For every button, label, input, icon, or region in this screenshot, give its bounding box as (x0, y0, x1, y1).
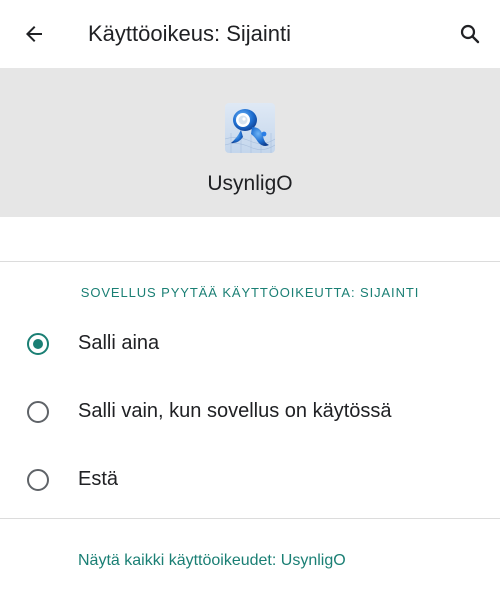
radio-option-allow-always[interactable]: Salli aina (0, 314, 500, 374)
radio-button-checked[interactable] (27, 333, 49, 355)
see-all-permissions-link[interactable]: Näytä kaikki käyttöoikeudet: UsynligO (78, 551, 346, 571)
page-title: Käyttöoikeus: Sijainti (88, 21, 291, 46)
radio-option-allow-while-in-use[interactable]: Salli vain, kun sovellus on käytössä (0, 382, 500, 442)
permission-section-header: SOVELLUS PYYTÄÄ KÄYTTÖOIKEUTTA: SIJAINTI (80, 285, 420, 300)
radio-option-deny[interactable]: Estä (0, 450, 500, 510)
app-header-panel: UsynligO (0, 68, 500, 217)
radio-selected-dot (33, 339, 43, 349)
arrow-back-icon (26, 26, 42, 42)
divider (0, 518, 500, 519)
divider (0, 261, 500, 262)
back-button[interactable] (14, 14, 54, 54)
radio-label: Salli aina (78, 332, 160, 354)
search-button[interactable] (450, 14, 490, 54)
search-icon (460, 24, 480, 44)
radio-label: Salli vain, kun sovellus on käytössä (78, 400, 392, 422)
app-name: UsynligO (207, 172, 293, 195)
usynligo-app-icon (225, 103, 275, 153)
radio-button[interactable] (27, 469, 49, 491)
radio-label: Estä (78, 468, 119, 490)
toolbar: Käyttöoikeus: Sijainti (0, 0, 500, 68)
radio-button[interactable] (27, 401, 49, 423)
